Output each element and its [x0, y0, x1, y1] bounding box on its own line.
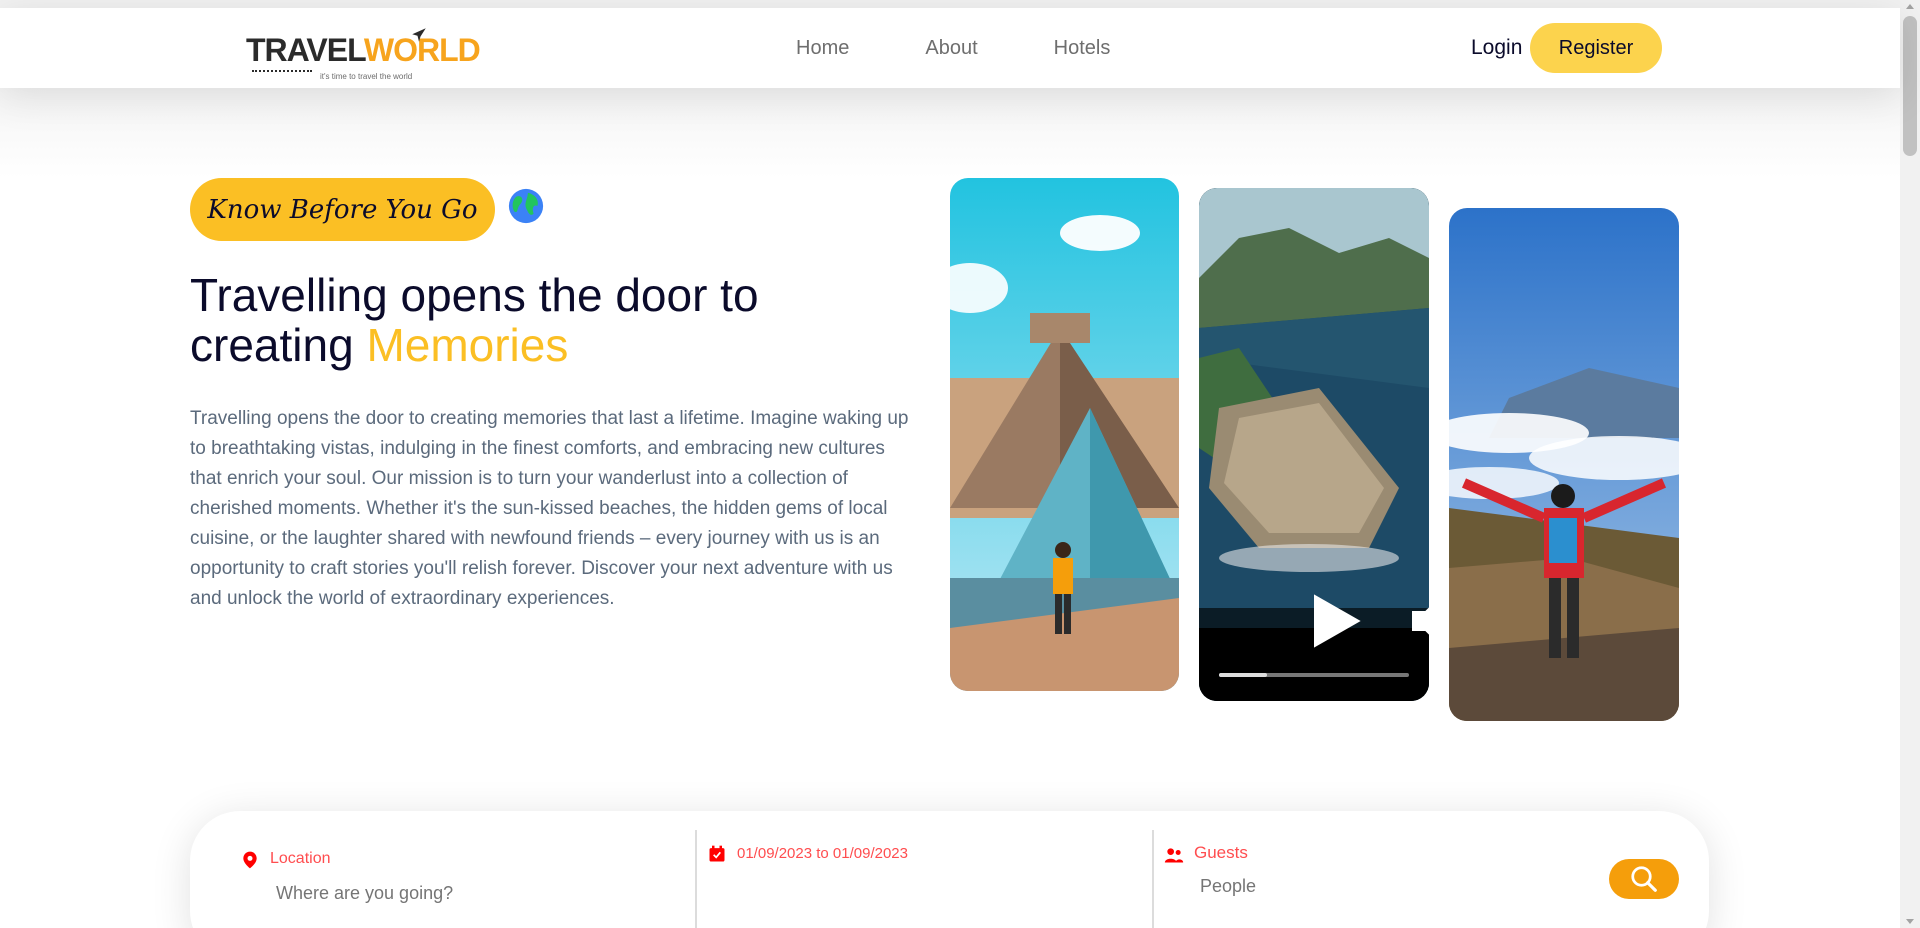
logo-word-travel: TRAVEL	[246, 32, 365, 68]
page-scrollbar[interactable]	[1900, 0, 1920, 928]
search-icon	[1631, 866, 1657, 892]
date-range-field[interactable]: 01/09/2023 to 01/09/2023	[695, 830, 1152, 928]
hero-title-line2-prefix: creating	[190, 319, 367, 371]
logo-dotted-path	[252, 70, 312, 72]
main-nav: Home About Hotels	[796, 8, 1110, 88]
calendar-icon	[709, 845, 725, 862]
search-button[interactable]	[1609, 859, 1679, 899]
hero-subtitle-pill: Know Before You Go	[190, 178, 495, 241]
register-button[interactable]: Register	[1530, 23, 1662, 73]
travel-world-logo[interactable]: TRAVELWORLD it's time to travel the worl…	[246, 20, 481, 81]
users-icon	[1164, 848, 1184, 863]
location-label: Location	[270, 850, 331, 867]
video-progress-bar[interactable]	[1219, 673, 1409, 677]
gallery-image-louvre	[950, 178, 1179, 691]
gallery-video[interactable]	[1199, 188, 1429, 701]
login-button[interactable]: Login	[1471, 8, 1522, 88]
browser-top-strip	[0, 0, 1900, 8]
search-bar: Location 01/09/2023 to 01/09/2023 Guests	[190, 811, 1709, 928]
guests-label: Guests	[1194, 843, 1248, 862]
guests-field[interactable]: Guests	[1152, 830, 1592, 928]
header-shadow-band	[0, 88, 1900, 178]
nav-home[interactable]: Home	[796, 37, 849, 60]
hero-description: Travelling opens the door to creating me…	[190, 408, 909, 609]
hero-title-line1: Travelling opens the door to	[190, 269, 759, 321]
logo-wordmark: TRAVELWORLD	[246, 32, 481, 68]
hero-title: Travelling opens the door to creating Me…	[190, 270, 810, 370]
logo-tagline: it's time to travel the world	[320, 72, 413, 81]
gallery-image-hiker	[1449, 208, 1679, 721]
nav-about[interactable]: About	[925, 37, 977, 60]
hero-title-highlight: Memories	[366, 319, 569, 371]
map-pin-icon	[243, 851, 257, 869]
airplane-icon	[412, 28, 426, 42]
more-options-icon[interactable]	[1387, 581, 1429, 661]
scrollbar-thumb[interactable]	[1903, 16, 1917, 156]
globe-icon	[508, 188, 544, 224]
video-progress-fill	[1219, 673, 1267, 677]
guests-input[interactable]	[1200, 876, 1400, 897]
scroll-up-arrow-icon[interactable]	[1906, 4, 1914, 9]
video-controls	[1199, 594, 1429, 701]
nav-hotels[interactable]: Hotels	[1054, 37, 1111, 60]
date-range-value[interactable]: 01/09/2023 to 01/09/2023	[737, 845, 908, 862]
site-header: TRAVELWORLD it's time to travel the worl…	[0, 8, 1900, 88]
location-field[interactable]: Location	[190, 811, 695, 928]
location-input[interactable]	[276, 883, 576, 904]
scroll-down-arrow-icon[interactable]	[1906, 919, 1914, 924]
